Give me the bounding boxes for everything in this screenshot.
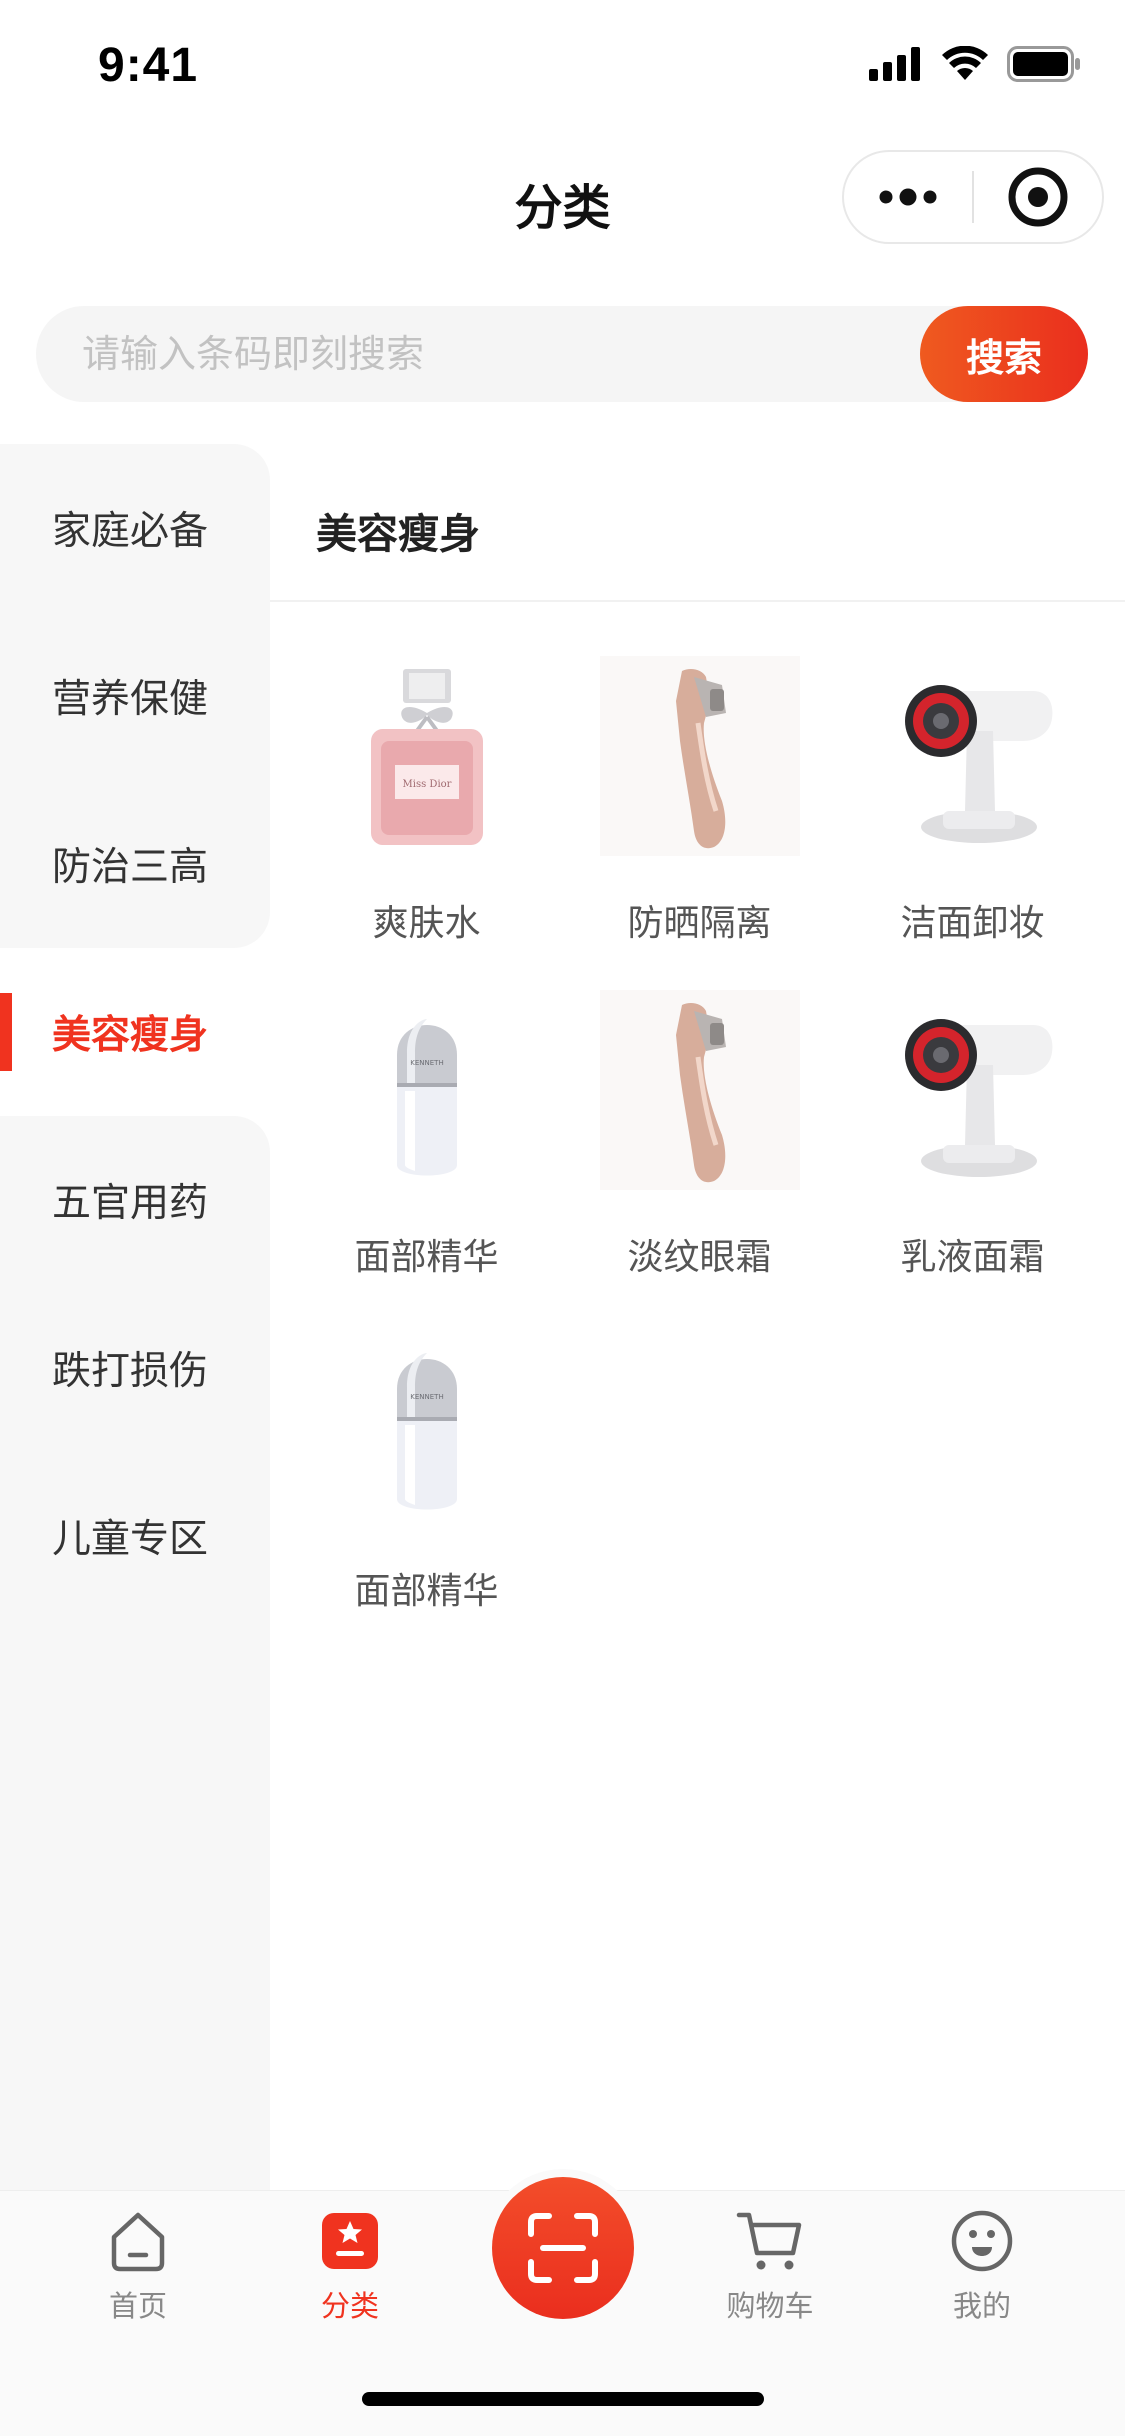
status-time: 9:41 <box>98 39 199 92</box>
product-grid: Miss Dior 爽肤水 防晒隔离 洁面卸妆 KENNETH 面部精华 淡纹眼… <box>290 656 1110 1614</box>
sidebar-item-injuries[interactable]: 跌打损伤 <box>0 1284 270 1452</box>
perfume-bottle-image: Miss Dior <box>327 656 527 856</box>
tab-category[interactable]: 分类 <box>270 2209 430 2325</box>
target-icon <box>1008 167 1068 227</box>
cart-icon <box>736 2212 802 2270</box>
product-label: 爽肤水 <box>372 903 481 944</box>
wifi-icon <box>942 46 988 80</box>
product-label: 面部精华 <box>354 1571 499 1612</box>
close-mini-program-button[interactable] <box>974 152 1102 242</box>
search-bar: 搜索 <box>36 306 1088 402</box>
product-item[interactable]: 洁面卸妆 <box>836 656 1109 946</box>
scan-button[interactable] <box>492 2177 634 2319</box>
sidebar-item-wrapper: 防治三高 <box>0 780 270 948</box>
status-bar: 9:41 <box>0 0 1125 132</box>
tab-cart[interactable]: 购物车 <box>690 2209 850 2325</box>
svg-text:KENNETH: KENNETH <box>410 1059 443 1067</box>
sidebar-item-family-essentials[interactable]: 家庭必备 <box>0 444 270 612</box>
search-input[interactable] <box>82 306 902 402</box>
more-dots-icon <box>879 188 937 206</box>
sidebar-item-nutrition[interactable]: 营养保健 <box>0 612 270 780</box>
svg-text:Miss Dior: Miss Dior <box>402 779 451 790</box>
tab-label: 分类 <box>320 2289 379 2323</box>
scan-icon <box>528 2213 598 2283</box>
svg-text:KENNETH: KENNETH <box>410 1393 443 1401</box>
product-item[interactable]: 防晒隔离 <box>563 656 836 946</box>
navigation-bar: 分类 <box>0 132 1125 264</box>
status-icons <box>869 46 1081 82</box>
product-label: 防晒隔离 <box>627 903 772 944</box>
tab-label: 我的 <box>952 2289 1011 2323</box>
battery-icon <box>1007 46 1080 82</box>
tab-home[interactable]: 首页 <box>58 2209 218 2325</box>
product-label: 乳液面霜 <box>900 1237 1045 1278</box>
home-icon <box>111 2212 165 2272</box>
product-item[interactable]: 淡纹眼霜 <box>563 990 836 1280</box>
product-item[interactable]: KENNETH 面部精华 <box>290 990 563 1280</box>
search-button[interactable]: 搜索 <box>920 306 1088 402</box>
category-page: 9:41 分类 请输入条码即刻搜索 搜索 家庭必备 营养保健 防治三高 美容瘦身… <box>0 0 1125 2436</box>
serum-bottle-image: KENNETH <box>327 990 527 1190</box>
signal-icon <box>869 47 920 81</box>
product-item[interactable]: 乳液面霜 <box>836 990 1109 1280</box>
sidebar-item-facial-features[interactable]: 五官用药 <box>0 1116 270 1284</box>
sidebar-item-wrapper: 五官用药 <box>0 1116 270 1284</box>
facial-cleanser-device-image <box>873 990 1073 1190</box>
profile-icon <box>951 2210 1013 2272</box>
category-sidebar: 家庭必备 营养保健 防治三高 美容瘦身 五官用药 跌打损伤 儿童专区 <box>0 444 270 1620</box>
category-content: 美容瘦身 Miss Dior 爽肤水 防晒隔离 洁面卸妆 KENNETH 面部精… <box>270 444 1125 2194</box>
sidebar-item-children[interactable]: 儿童专区 <box>0 1452 270 1620</box>
tab-profile[interactable]: 我的 <box>902 2209 1062 2325</box>
beauty-device-image <box>599 656 800 856</box>
more-button[interactable] <box>844 152 972 242</box>
beauty-device-image <box>599 990 800 1190</box>
facial-cleanser-device-image <box>873 656 1073 856</box>
sidebar-item-three-highs[interactable]: 防治三高 <box>0 780 270 948</box>
product-item[interactable]: Miss Dior 爽肤水 <box>290 656 563 946</box>
product-item[interactable]: KENNETH 面部精华 <box>290 1324 563 1614</box>
divider <box>270 600 1125 602</box>
serum-bottle-image: KENNETH <box>327 1324 527 1524</box>
product-label: 洁面卸妆 <box>900 903 1045 944</box>
tab-label: 购物车 <box>726 2289 814 2323</box>
tab-label: 首页 <box>108 2289 167 2323</box>
sidebar-item-beauty-slimming[interactable]: 美容瘦身 <box>0 948 270 1116</box>
product-label: 面部精华 <box>354 1237 499 1278</box>
section-title: 美容瘦身 <box>316 510 480 558</box>
product-label: 淡纹眼霜 <box>627 1237 772 1278</box>
category-icon <box>322 2213 378 2269</box>
mini-program-capsule <box>842 150 1104 244</box>
home-indicator <box>362 2392 764 2406</box>
